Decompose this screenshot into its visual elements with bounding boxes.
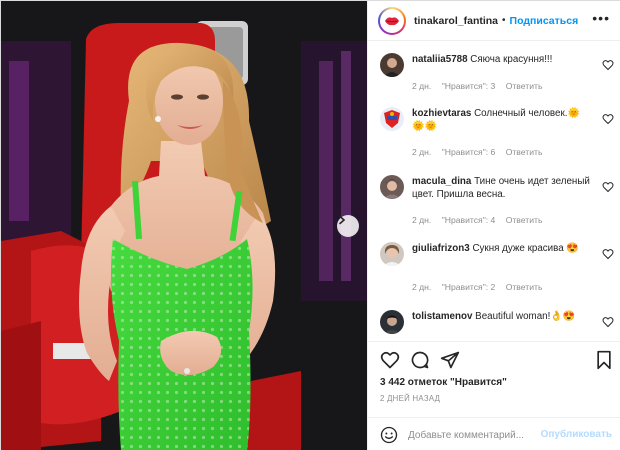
comment-username[interactable]: kozhievtaras (412, 108, 471, 119)
comment-age: 2 дн. (412, 282, 432, 292)
comment-input[interactable] (408, 427, 538, 443)
emoji-smile-icon[interactable] (380, 426, 398, 444)
lips-logo-icon (385, 16, 399, 25)
post-actions (368, 341, 620, 375)
comment-likes[interactable]: "Нравится": 3 (442, 81, 496, 91)
instagram-post: tinakarol_fantina • Подписаться ••• nata… (0, 0, 620, 450)
heart-icon[interactable] (602, 59, 614, 71)
follow-button[interactable]: Подписаться (510, 15, 579, 27)
comment-likes[interactable]: "Нравится": 6 (442, 147, 496, 157)
comment-text: Beautiful woman! (475, 311, 551, 322)
more-horizontal-icon[interactable]: ••• (592, 11, 610, 25)
comment-username[interactable]: nataliia5788 (412, 54, 468, 65)
comment-avatar[interactable] (380, 107, 404, 131)
post-header: tinakarol_fantina • Подписаться ••• (368, 1, 620, 41)
comment-avatar[interactable] (380, 175, 404, 199)
comment-age: 2 дн. (412, 81, 432, 91)
post-photo[interactable] (1, 1, 367, 450)
comment-username[interactable]: macula_dina (412, 176, 471, 187)
heart-icon[interactable] (602, 113, 614, 125)
heart-icon[interactable] (602, 316, 614, 328)
bookmark-icon[interactable] (594, 350, 614, 370)
share-send-icon[interactable] (440, 350, 460, 370)
chevron-right-icon (339, 215, 346, 225)
comment-likes[interactable]: "Нравится": 4 (442, 215, 496, 225)
comment-emoji: 👌😍 (550, 311, 576, 322)
likes-count[interactable]: 3 442 отметок "Нравится" (380, 377, 507, 388)
comment-text: Сукня дуже красива (472, 243, 564, 254)
publish-button[interactable]: Опубликовать (541, 429, 612, 440)
like-heart-icon[interactable] (380, 350, 400, 370)
comment-emoji: 😍 (566, 243, 579, 254)
author-username[interactable]: tinakarol_fantina (414, 15, 498, 27)
comment-age: 2 дн. (412, 215, 432, 225)
author-avatar[interactable] (378, 6, 406, 35)
reply-button[interactable]: Ответить (506, 81, 543, 91)
next-photo-button[interactable] (337, 215, 359, 237)
reply-button[interactable]: Ответить (506, 215, 543, 225)
photo-illustration (1, 1, 367, 450)
comment-avatar[interactable] (380, 53, 404, 77)
comment-username[interactable]: tolistamenov (412, 311, 472, 322)
comment-avatar[interactable] (380, 242, 404, 266)
comments-list: nataliia5788 Сяюча красуння!!! 2 дн. "Нр… (368, 41, 620, 341)
comment-avatar[interactable] (380, 310, 404, 334)
header-separator: • (502, 15, 506, 26)
heart-icon[interactable] (602, 181, 614, 193)
post-timestamp[interactable]: 2 ДНЕЙ НАЗАД (380, 394, 440, 403)
post-side-panel: tinakarol_fantina • Подписаться ••• nata… (367, 1, 620, 450)
comment-text: Сяюча красуння!!! (470, 54, 553, 65)
reply-button[interactable]: Ответить (506, 147, 543, 157)
add-comment-bar: Опубликовать (368, 417, 620, 450)
comment-likes[interactable]: "Нравится": 2 (442, 282, 496, 292)
reply-button[interactable]: Ответить (506, 282, 543, 292)
comment-age: 2 дн. (412, 147, 432, 157)
comment-bubble-icon[interactable] (410, 350, 430, 370)
comment-text: Солнечный человек. (474, 108, 568, 119)
heart-icon[interactable] (602, 248, 614, 260)
comment-username[interactable]: giuliafrizon3 (412, 243, 470, 254)
